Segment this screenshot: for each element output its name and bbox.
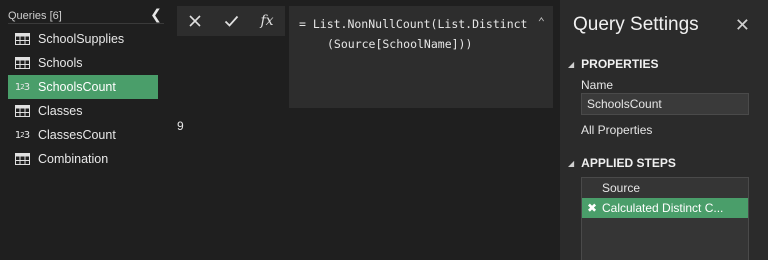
query-label: SchoolsCount (38, 80, 116, 94)
query-settings-pane: Query Settings ✕ ◢ PROPERTIES Name All P… (560, 0, 768, 260)
collapse-triangle-icon: ◢ (568, 59, 575, 69)
all-properties-link[interactable]: All Properties (581, 123, 652, 137)
queries-header: Queries [6] (8, 10, 164, 24)
step-label: Calculated Distinct C... (602, 201, 724, 215)
query-label: Combination (38, 152, 109, 166)
applied-steps-list: Source ✖ Calculated Distinct C... (581, 177, 749, 260)
table-icon (14, 104, 30, 118)
query-label: SchoolSupplies (38, 32, 125, 46)
name-label: Name (581, 78, 614, 92)
query-name-input[interactable] (581, 93, 749, 115)
query-item-schoolscount[interactable]: 123 SchoolsCount (8, 75, 158, 99)
table-icon (14, 56, 30, 70)
applied-steps-heading-label: APPLIED STEPS (581, 156, 676, 170)
step-source[interactable]: Source (582, 178, 748, 198)
query-item-schoolsupplies[interactable]: SchoolSupplies (8, 27, 158, 51)
properties-heading-label: PROPERTIES (581, 57, 659, 71)
x-icon[interactable] (183, 9, 207, 33)
formula-buttons: fx (177, 6, 285, 36)
properties-heading[interactable]: ◢ PROPERTIES (568, 57, 659, 71)
settings-title: Query Settings (573, 14, 699, 35)
table-icon (14, 152, 30, 166)
chevron-left-icon[interactable]: ❮ (150, 7, 162, 21)
result-value: 9 (177, 119, 184, 133)
query-label: Classes (38, 104, 83, 118)
delete-step-icon[interactable]: ✖ (586, 201, 598, 215)
checkmark-icon[interactable] (219, 9, 243, 33)
formula-editor[interactable]: = List.NonNullCount(List.Distinct (Sourc… (289, 6, 553, 108)
fx-icon[interactable]: fx (255, 9, 279, 33)
query-label: Schools (38, 56, 83, 70)
query-item-classes[interactable]: Classes (8, 99, 158, 123)
formula-line-1: = List.NonNullCount(List.Distinct (299, 17, 528, 31)
table-icon (14, 32, 30, 46)
query-label: ClassesCount (38, 128, 116, 142)
query-item-combination[interactable]: Combination (8, 147, 158, 171)
query-item-classescount[interactable]: 123 ClassesCount (8, 123, 158, 147)
number-type-icon: 123 (14, 81, 30, 93)
close-icon[interactable]: ✕ (735, 16, 750, 34)
step-calculated-distinct-count[interactable]: ✖ Calculated Distinct C... (582, 198, 748, 218)
collapse-triangle-icon: ◢ (568, 158, 575, 168)
number-type-icon: 123 (14, 129, 30, 141)
query-list: SchoolSupplies Schools 123 SchoolsCount … (8, 27, 158, 171)
queries-pane: Queries [6] ❮ SchoolSupplies Schools 123… (0, 0, 168, 260)
chevron-up-icon[interactable]: ⌃ (538, 12, 545, 32)
applied-steps-heading[interactable]: ◢ APPLIED STEPS (568, 156, 676, 170)
step-label: Source (602, 181, 641, 195)
query-item-schools[interactable]: Schools (8, 51, 158, 75)
formula-line-2: (Source[SchoolName])) (327, 37, 473, 51)
